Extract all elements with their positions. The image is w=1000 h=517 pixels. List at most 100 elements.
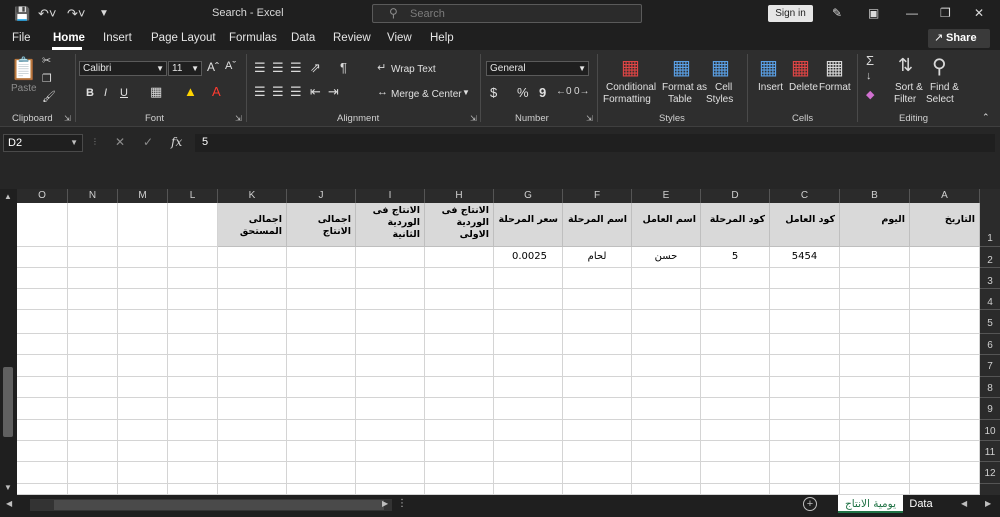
grid-cell[interactable] xyxy=(770,310,840,334)
cell-styles-label-2[interactable]: Styles xyxy=(706,94,733,105)
grid-cell[interactable] xyxy=(287,420,356,441)
grid-cell[interactable] xyxy=(425,377,494,398)
tab-data[interactable]: Data xyxy=(291,32,315,44)
grid-cell[interactable] xyxy=(218,398,287,420)
comma-button[interactable]: 9 xyxy=(539,85,546,100)
grid-cell[interactable] xyxy=(68,484,118,495)
alignment-launcher-icon[interactable]: ⇲ xyxy=(470,114,477,123)
cell-f2[interactable]: لحام xyxy=(563,247,632,268)
grid-cell[interactable] xyxy=(356,310,425,334)
align-right-icon[interactable]: ☰ xyxy=(290,84,302,100)
scroll-down-icon[interactable]: ▼ xyxy=(4,483,12,492)
cell-b2[interactable] xyxy=(840,247,910,268)
align-bottom-icon[interactable]: ☰ xyxy=(290,60,302,76)
grid-cell[interactable] xyxy=(118,462,168,484)
find-select-label-1[interactable]: Find & xyxy=(930,82,959,93)
grid-cell[interactable] xyxy=(68,441,118,462)
cell-m1[interactable] xyxy=(118,203,168,247)
currency-button[interactable]: $ xyxy=(490,85,497,100)
grid-cell[interactable] xyxy=(17,355,68,377)
grid-cell[interactable] xyxy=(218,420,287,441)
grid-cell[interactable] xyxy=(563,398,632,420)
grid-cell[interactable] xyxy=(632,420,701,441)
grid-cell[interactable] xyxy=(701,420,770,441)
scroll-right-icon[interactable]: ▶ xyxy=(382,499,388,508)
undo-icon[interactable]: ↶˅ xyxy=(38,6,56,22)
number-format-dropdown[interactable]: General ▼ xyxy=(486,61,589,76)
fill-color-icon[interactable]: ▲ xyxy=(184,84,197,99)
column-header-b[interactable]: B xyxy=(840,189,910,203)
cell-a2[interactable] xyxy=(910,247,980,268)
find-select-label-2[interactable]: Select xyxy=(926,94,954,105)
cell-e2[interactable]: حسن xyxy=(632,247,701,268)
row-header-9[interactable]: 9 xyxy=(980,398,1000,420)
grid-cell[interactable] xyxy=(840,377,910,398)
bold-button[interactable]: B xyxy=(86,87,94,99)
format-painter-icon[interactable]: 🖌 xyxy=(42,90,56,103)
grid-cell[interactable] xyxy=(17,377,68,398)
grid-cell[interactable] xyxy=(118,310,168,334)
cell-n1[interactable] xyxy=(68,203,118,247)
header-cell-f[interactable]: اسم المرحلة xyxy=(563,203,632,247)
copy-icon[interactable]: ❐ xyxy=(42,72,52,85)
grid-cell[interactable] xyxy=(632,398,701,420)
cell-c2[interactable]: 5454 xyxy=(770,247,840,268)
formula-input[interactable]: 5 xyxy=(195,134,995,152)
increase-indent-icon[interactable]: ⇥ xyxy=(328,84,339,100)
grid-cell[interactable] xyxy=(425,398,494,420)
sign-in-button[interactable]: Sign in xyxy=(768,5,813,22)
row-header-3[interactable]: 3 xyxy=(980,268,1000,289)
grid-cell[interactable] xyxy=(840,355,910,377)
grid-cell[interactable] xyxy=(701,462,770,484)
pen-icon[interactable]: ✎ xyxy=(832,6,842,20)
grid-cell[interactable] xyxy=(68,420,118,441)
grid-cell[interactable] xyxy=(218,441,287,462)
grid-cell[interactable] xyxy=(701,398,770,420)
grid-cell[interactable] xyxy=(68,398,118,420)
grid-cell[interactable] xyxy=(17,289,68,310)
cell-j2[interactable] xyxy=(287,247,356,268)
fill-icon[interactable]: ↓ xyxy=(866,70,872,82)
grid-cell[interactable] xyxy=(632,355,701,377)
scroll-left-icon[interactable]: ◀ xyxy=(6,499,12,508)
grid-cell[interactable] xyxy=(701,268,770,289)
cell-o1[interactable] xyxy=(17,203,68,247)
grid-cell[interactable] xyxy=(770,441,840,462)
grid-cell[interactable] xyxy=(17,334,68,355)
grid-cell[interactable] xyxy=(701,441,770,462)
header-cell-e[interactable]: اسم العامل xyxy=(632,203,701,247)
grid-cell[interactable] xyxy=(356,334,425,355)
grid-cell[interactable] xyxy=(494,484,563,495)
column-header-c[interactable]: C xyxy=(770,189,840,203)
grid-cell[interactable] xyxy=(632,441,701,462)
grid-cell[interactable] xyxy=(356,289,425,310)
row-header-12[interactable]: 12 xyxy=(980,462,1000,484)
grid-cell[interactable] xyxy=(494,334,563,355)
grid-cell[interactable] xyxy=(168,310,218,334)
grid-cell[interactable] xyxy=(287,462,356,484)
conditional-formatting-label-1[interactable]: Conditional xyxy=(606,82,656,93)
row-header-2[interactable]: 2 xyxy=(980,247,1000,268)
grid-cell[interactable] xyxy=(494,462,563,484)
grid-cell[interactable] xyxy=(701,289,770,310)
header-cell-h[interactable]: الانتاج فى الوردية الاولى xyxy=(425,203,494,247)
tab-page-layout[interactable]: Page Layout xyxy=(151,32,216,44)
grid-cell[interactable] xyxy=(910,420,980,441)
grid-cell[interactable] xyxy=(910,377,980,398)
grid-cell[interactable] xyxy=(701,484,770,495)
vertical-scrollbar[interactable]: ▲ ▼ xyxy=(0,189,17,495)
grid-cell[interactable] xyxy=(118,484,168,495)
tab-formulas[interactable]: Formulas xyxy=(229,32,277,44)
row-header-10[interactable]: 10 xyxy=(980,420,1000,441)
grid-cell[interactable] xyxy=(425,441,494,462)
grid-cell[interactable] xyxy=(840,334,910,355)
grid-cell[interactable] xyxy=(840,462,910,484)
grid-cell[interactable] xyxy=(494,310,563,334)
grid-cell[interactable] xyxy=(68,377,118,398)
grid-cell[interactable] xyxy=(17,268,68,289)
grid-cell[interactable] xyxy=(563,377,632,398)
grid-cell[interactable] xyxy=(68,355,118,377)
font-size-dropdown[interactable]: 11 ▼ xyxy=(168,61,202,76)
grid-cell[interactable] xyxy=(356,377,425,398)
grid-cell[interactable] xyxy=(425,268,494,289)
